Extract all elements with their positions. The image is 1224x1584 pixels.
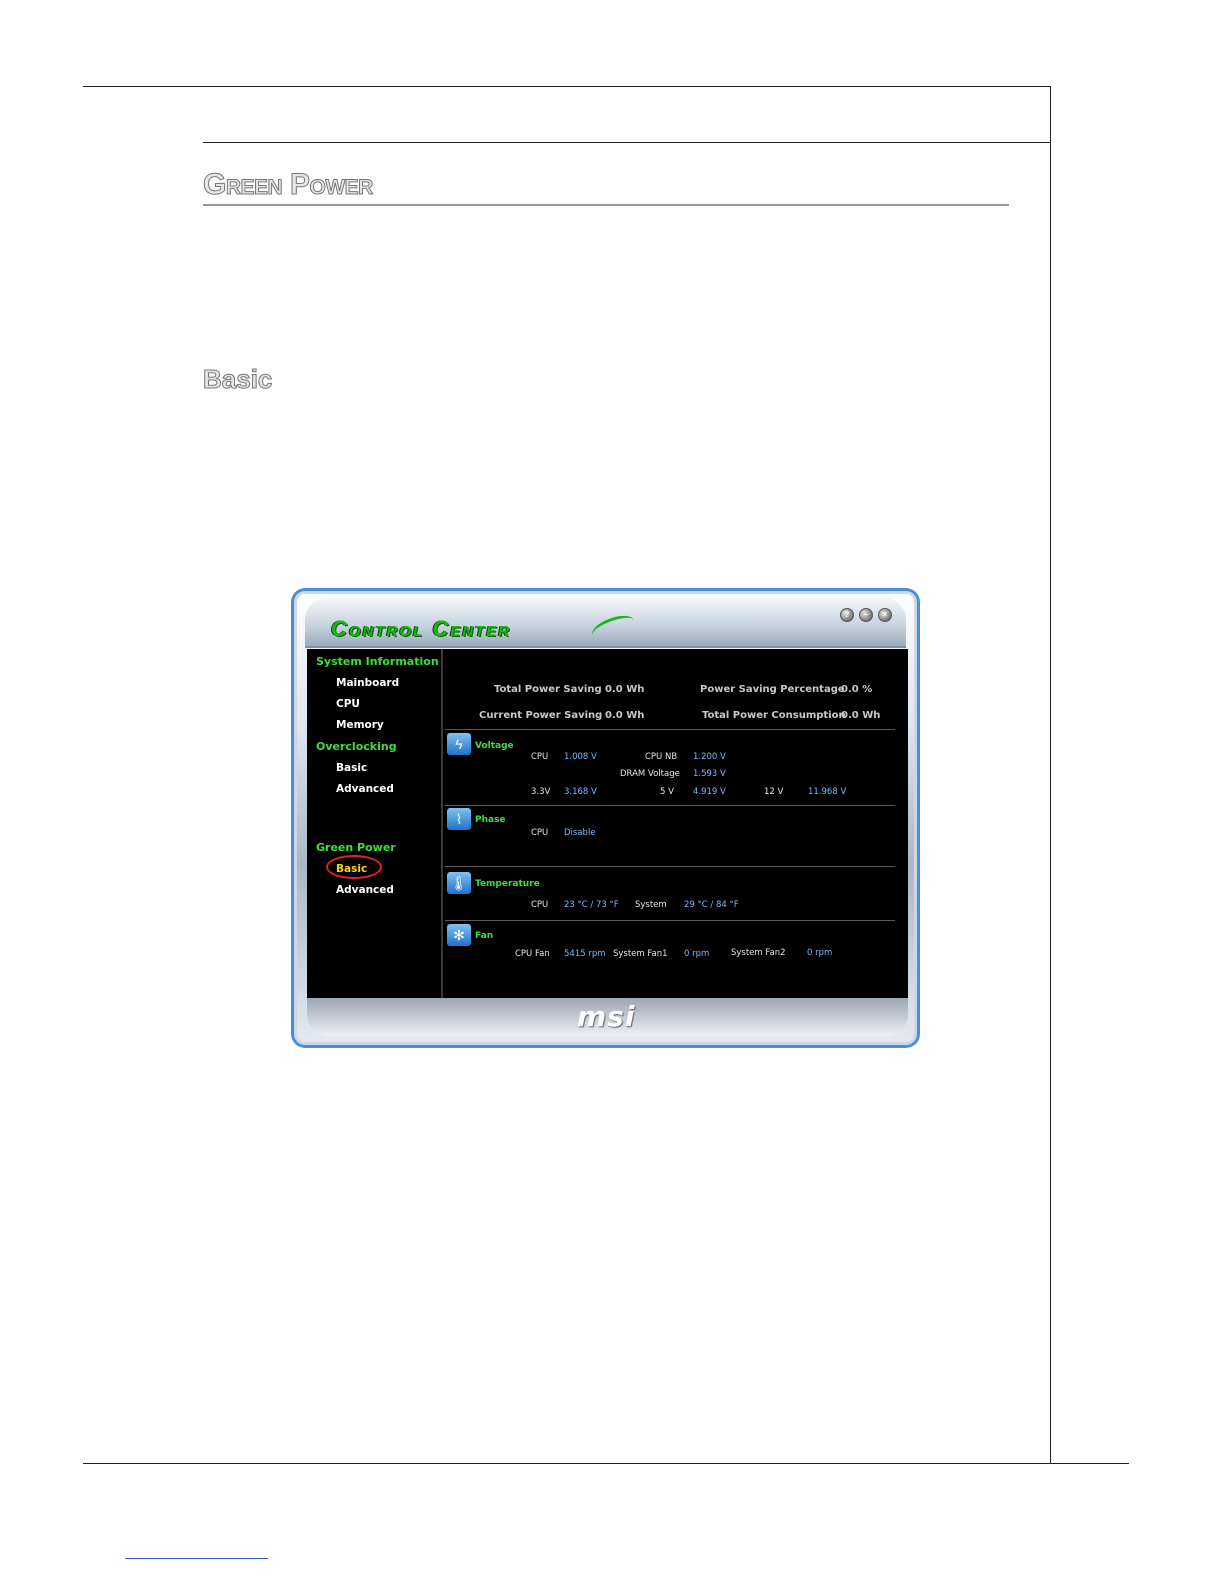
page-right-rule [1050,86,1051,1464]
page-footer-rule [125,1558,268,1559]
section-title: Green Power [203,166,1009,206]
page-top-rule [83,86,1051,87]
window-frame [291,588,920,1048]
sub-title: Basic [202,364,273,395]
page-header-rule [203,142,1051,143]
control-center-window: Control Center ? – × System Information … [291,588,920,1048]
page-bottom-rule [83,1463,1129,1464]
